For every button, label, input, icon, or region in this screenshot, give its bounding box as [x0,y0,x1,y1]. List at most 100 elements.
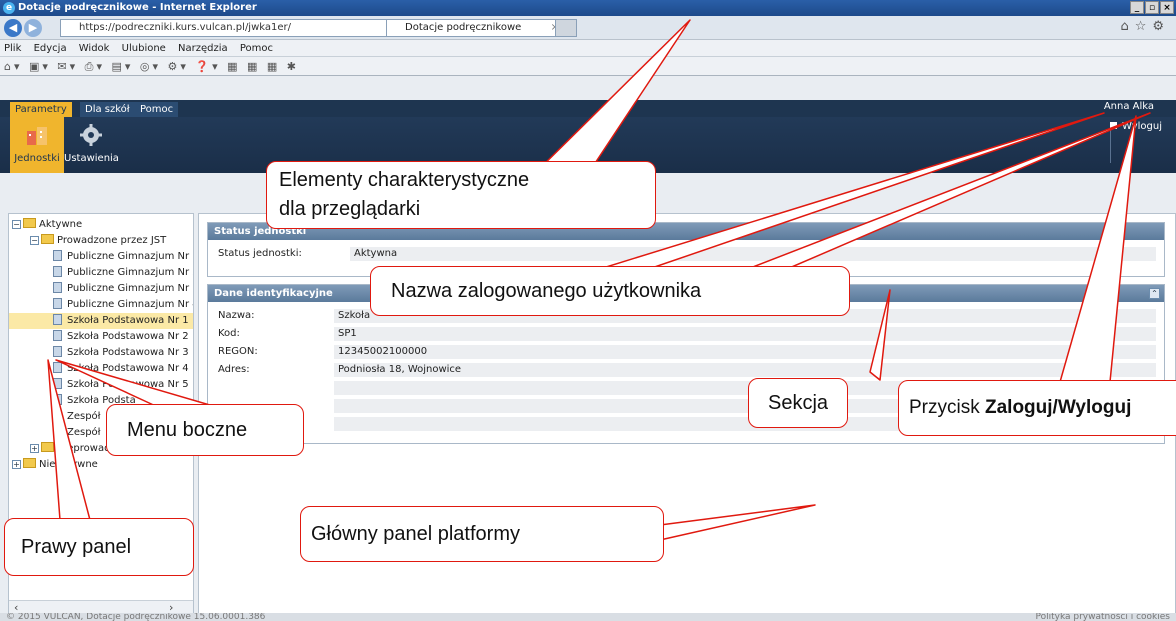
lock-icon [1110,122,1117,129]
tab-title: Dotacje podręcznikowe [405,22,522,33]
tree-label: Nieaktywne [39,459,98,470]
collapse-section-icon[interactable]: ⌃ [1149,288,1160,299]
tree-item-school[interactable]: Szkoła Podstawowa Nr 5 [53,377,189,393]
field-value: 12345002100000 [334,345,1156,359]
app-tab-bar: Parametry Dla szkół Pomoc Anna Alka [0,100,1176,117]
tree-item-label: Zespół [67,411,101,422]
tree-item-school[interactable]: Szkoła Podstawowa Nr 3 [53,345,189,361]
window-titlebar: e Dotacje podręcznikowe - Internet Explo… [0,0,1176,16]
status-value: Aktywna [350,247,1156,261]
folder-open-icon [41,234,54,244]
field-label: Nazwa: [218,310,255,321]
tree-item-label: Publiczne Gimnazjum Nr 2 [67,267,194,278]
tree-item-label: Szkoła Podstawowa Nr 2 [67,331,189,342]
callout-main-panel: Główny panel platformy [300,506,664,562]
tree-item-school[interactable]: Zespół [53,409,101,425]
collapse-icon[interactable]: − [12,220,21,229]
tab-parametry[interactable]: Parametry [10,102,72,117]
browser-toolbar[interactable]: ⌂▾ ▣▾ ✉▾ ⎙▾ ▤▾ ◎▾ ⚙▾ ❓▾ ▦ ▦ ▦ ✱ [0,57,1176,76]
ribbon-ustawienia-label: Ustawienia [64,153,119,164]
callout-username: Nazwa zalogowanego użytkownika [370,266,850,316]
tree-item-school[interactable]: Publiczne Gimnazjum Nr 4 [53,297,194,313]
tree-item-label: Publiczne Gimnazjum Nr 1 [67,251,194,262]
expand-icon[interactable]: + [12,460,21,469]
document-icon [53,314,62,325]
field-label: Kod: [218,328,240,339]
document-icon [53,330,62,341]
gear-icon [80,124,102,146]
ribbon-jednostki-label: Jednostki [14,153,60,164]
browser-tab[interactable]: Dotacje podręcznikowe × [386,19,566,37]
tab-pomoc[interactable]: Pomoc [135,102,179,117]
logout-label: Wyloguj [1122,121,1162,132]
callout-login-button: Przycisk Zaloguj/Wyloguj [898,380,1176,436]
field-value: SP1 [334,327,1156,341]
address-bar[interactable]: https://podreczniki.kurs.vulcan.pl/jwka1… [60,19,390,37]
document-icon [53,250,62,261]
callout-text: Elementy charakterystyczne [279,169,530,191]
tree-label: Prowadzone przez JST [57,235,167,246]
document-icon [53,378,62,389]
browser-tools-icons[interactable]: ⌂☆⚙ [1120,19,1170,34]
menu-pomoc[interactable]: Pomoc [240,43,273,54]
callout-text-bold: Zaloguj/Wyloguj [985,397,1132,418]
callout-right-panel: Prawy panel [4,518,194,576]
logout-button[interactable]: Wyloguj [1110,121,1162,132]
document-icon [53,394,62,405]
menu-narzedzia[interactable]: Narzędzia [178,43,228,54]
document-icon [53,426,62,437]
menu-plik[interactable]: Plik [4,43,21,54]
ribbon-jednostki-button[interactable]: Jednostki [10,117,64,173]
document-icon [53,410,62,421]
menu-widok[interactable]: Widok [79,43,110,54]
ribbon-ustawienia-button[interactable]: Ustawienia [64,117,119,173]
tree-item-label: Publiczne Gimnazjum Nr 3 [67,283,194,294]
maximize-icon[interactable]: ▫ [1145,1,1159,14]
menu-edycja[interactable]: Edycja [34,43,67,54]
buildings-icon [27,127,47,145]
tree-item-school[interactable]: Publiczne Gimnazjum Nr 1 [53,249,194,265]
window-controls: _ ▫ × [1130,1,1174,14]
minimize-icon[interactable]: _ [1130,1,1144,14]
menu-ulubione[interactable]: Ulubione [122,43,166,54]
horizontal-scrollbar[interactable]: ‹ › [9,600,193,614]
folder-icon [23,458,36,468]
tree-node-nieaktywne[interactable]: + Nieaktywne [12,457,98,473]
back-icon[interactable]: ◀ [4,19,22,37]
close-icon[interactable]: × [1160,1,1174,14]
tree-item-label: Szkoła Podstawowa Nr 5 [67,379,189,390]
field-label: REGON: [218,346,258,357]
collapse-icon[interactable]: − [30,236,39,245]
tree-item-school[interactable]: Szkoła Podstawowa Nr 4 [53,361,189,377]
tree-item-label: Publiczne Gimnazjum Nr 4 [67,299,194,310]
folder-open-icon [23,218,36,228]
tree-node-nieprowadzone[interactable]: + Nieprowadz [30,441,116,457]
footer-copyright: © 2015 VULCAN, Dotacje podręcznikowe 15.… [6,613,266,621]
tree-item-school[interactable]: Zespół [53,425,101,441]
folder-icon [41,442,54,452]
internet-explorer-icon: e [3,2,15,14]
new-tab-button[interactable] [555,19,577,37]
callout-text: dla przeglądarki [279,198,421,220]
address-row: ◀ ▶ https://podreczniki.kurs.vulcan.pl/j… [0,16,1176,40]
callout-text: Przycisk [909,397,985,418]
tab-dla-szkol[interactable]: Dla szkół [80,102,135,117]
tree-item-school[interactable]: Publiczne Gimnazjum Nr 3 [53,281,194,297]
document-icon [53,362,62,373]
logged-user-name: Anna Alka [1103,101,1154,112]
tree-item-school[interactable]: Szkoła Podstawowa Nr 2 [53,329,189,345]
tree-node-jst[interactable]: − Prowadzone przez JST [30,233,166,249]
forward-icon[interactable]: ▶ [24,19,42,37]
document-icon [53,298,62,309]
field-value: Podniosła 18, Wojnowice [334,363,1156,377]
privacy-link[interactable]: Polityka prywatności i cookies [1035,613,1170,621]
tree-item-school[interactable]: Szkoła Podstawowa Nr 1 [9,313,193,329]
document-icon [53,266,62,277]
browser-menubar: Plik Edycja Widok Ulubione Narzędzia Pom… [0,40,1176,57]
tree-node-aktywne[interactable]: − Aktywne [12,217,82,233]
tree-item-school[interactable]: Publiczne Gimnazjum Nr 2 [53,265,194,281]
field-label: Adres: [218,364,250,375]
callout-sekcja: Sekcja [748,378,848,428]
tree-item-label: Szkoła Podstawowa Nr 1 [67,315,189,326]
expand-icon[interactable]: + [30,444,39,453]
